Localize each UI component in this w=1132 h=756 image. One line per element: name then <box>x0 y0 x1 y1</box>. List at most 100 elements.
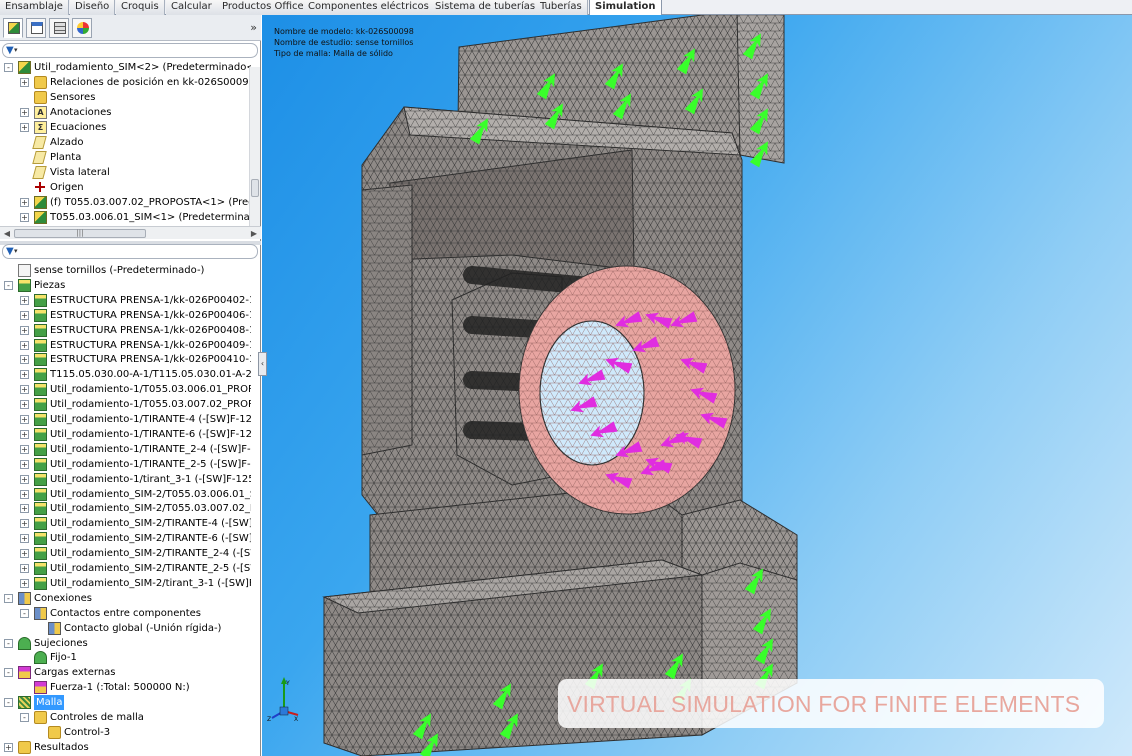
study-tree-item[interactable]: + ESTRUCTURA PRENSA-1/kk-026P00409-1 (-[S <box>0 338 251 353</box>
expand-node-icon[interactable]: + <box>4 742 13 752</box>
feature-tree-item[interactable]: Sensores <box>0 90 251 105</box>
study-tree-item[interactable]: - Controles de malla <box>0 710 251 725</box>
feature-manager-tab[interactable] <box>3 18 23 38</box>
collapse-node-icon[interactable]: - <box>20 608 29 618</box>
study-tree-item[interactable]: + Util_rodamiento-1/T055.03.006.01_PROPOS… <box>0 382 251 397</box>
study-tree-item[interactable]: Contacto global (-Unión rígida-) <box>0 621 251 636</box>
study-tree-item[interactable]: + Util_rodamiento_SIM-2/TIRANTE-6 (-[SW]F… <box>0 531 251 546</box>
expand-node-icon[interactable]: + <box>20 459 29 469</box>
collapse-node-icon[interactable]: - <box>4 63 13 72</box>
feature-tree-vertical-scrollbar[interactable] <box>249 67 260 226</box>
expand-node-icon[interactable]: + <box>20 123 29 132</box>
expand-node-icon[interactable]: + <box>20 108 29 117</box>
study-tree-item[interactable]: + Util_rodamiento_SIM-2/TIRANTE_2-5 (-[SW… <box>0 561 251 576</box>
expand-node-icon[interactable]: + <box>20 534 29 544</box>
graphics-viewport[interactable]: Nombre de modelo: kk-026S00098 Nombre de… <box>262 15 1132 756</box>
study-tree-item[interactable]: - Piezas <box>0 278 251 293</box>
study-tree-filter[interactable]: ▼ ▾ <box>2 244 258 259</box>
expand-node-icon[interactable]: + <box>20 429 29 439</box>
study-tree-item[interactable]: + Util_rodamiento_SIM-2/TIRANTE_2-4 (-[SW… <box>0 546 251 561</box>
expand-node-icon[interactable]: + <box>20 444 29 454</box>
study-tree-item[interactable]: + Util_rodamiento_SIM-2/T055.03.006.01_SI… <box>0 487 251 502</box>
study-tree-item[interactable]: + T115.05.030.00-A-1/T115.05.030.01-A-2 (… <box>0 367 251 382</box>
expand-node-icon[interactable]: + <box>20 474 29 484</box>
scroll-left-icon[interactable]: ◀ <box>1 228 13 239</box>
expand-node-icon[interactable]: + <box>20 325 29 335</box>
study-tree-item[interactable]: + Util_rodamiento-1/TIRANTE-6 (-[SW]F-125… <box>0 427 251 442</box>
expand-node-icon[interactable]: + <box>20 415 29 424</box>
expand-node-icon[interactable]: + <box>20 489 29 499</box>
study-tree-item[interactable]: + Util_rodamiento_SIM-2/T055.03.007.02_PR… <box>0 501 251 516</box>
study-tree-item[interactable]: + ESTRUCTURA PRENSA-1/kk-026P00402-1 (-[S <box>0 293 251 308</box>
feature-tree-item[interactable]: + T055.03.006.01_SIM<1> (Predeterminado<<… <box>0 210 251 225</box>
study-tree-item[interactable]: + ESTRUCTURA PRENSA-1/kk-026P00408-1 (-[S <box>0 323 251 338</box>
expand-node-icon[interactable]: + <box>20 400 29 410</box>
expand-node-icon[interactable]: + <box>20 549 29 559</box>
study-tree-item[interactable]: + Util_rodamiento_SIM-2/TIRANTE-4 (-[SW]F… <box>0 516 251 531</box>
feature-tree-item[interactable]: + Relaciones de posición en kk-026S00098 <box>0 75 251 90</box>
expand-node-icon[interactable]: + <box>20 295 29 305</box>
display-manager-tab[interactable] <box>72 18 92 38</box>
expand-node-icon[interactable]: + <box>20 370 29 380</box>
expand-node-icon[interactable]: + <box>20 310 29 320</box>
expand-node-icon[interactable]: + <box>20 504 29 514</box>
collapse-node-icon[interactable]: - <box>4 280 13 290</box>
feature-tree-item[interactable]: Planta <box>0 150 251 165</box>
expand-node-icon[interactable]: + <box>20 198 29 207</box>
study-tree-item[interactable]: - Conexiones <box>0 591 251 606</box>
expand-node-icon[interactable]: + <box>20 385 29 395</box>
study-tree-item[interactable]: + Util_rodamiento-1/T055.03.007.02_PROPOS… <box>0 397 251 412</box>
feature-tree-filter[interactable]: ▼ ▾ <box>2 43 258 58</box>
tab-productos-office[interactable]: Productos Office <box>217 0 310 15</box>
study-tree-item[interactable]: + Util_rodamiento-1/TIRANTE-4 (-[SW]F-125… <box>0 412 251 427</box>
feature-tree-item[interactable]: + Σ Ecuaciones <box>0 120 251 135</box>
study-tree-item[interactable]: sense tornillos (-Predeterminado-) <box>0 263 251 278</box>
study-tree-item[interactable]: - Cargas externas <box>0 665 251 680</box>
expand-node-icon[interactable]: + <box>20 578 29 588</box>
study-tree-item[interactable]: + Resultados <box>0 740 251 755</box>
study-tree-item[interactable]: + Util_rodamiento-1/tirant_3-1 (-[SW]F-12… <box>0 472 251 487</box>
feature-tree-horizontal-scrollbar[interactable]: ◀ ||| ▶ <box>0 226 261 239</box>
expand-node-icon[interactable]: + <box>20 355 29 365</box>
scroll-thumb[interactable] <box>251 179 259 197</box>
study-tree-item[interactable]: + ESTRUCTURA PRENSA-1/kk-026P00406-1 (-[S <box>0 308 251 323</box>
collapse-node-icon[interactable]: - <box>4 638 13 648</box>
study-tree-item[interactable]: Fuerza-1 (:Total: 500000 N:) <box>0 680 251 695</box>
tab-sistema-de-tuber-as[interactable]: Sistema de tuberías <box>430 0 542 15</box>
tab-ensamblaje[interactable]: Ensamblaje <box>0 0 69 15</box>
expand-node-icon[interactable]: + <box>20 564 29 573</box>
collapse-panel-handle[interactable]: ‹ <box>258 352 267 376</box>
expand-node-icon[interactable]: + <box>20 340 29 350</box>
study-tree-item[interactable]: + Util_rodamiento_SIM-2/tirant_3-1 (-[SW]… <box>0 576 251 591</box>
feature-tree-item[interactable]: Origen <box>0 180 251 195</box>
configuration-manager-tab[interactable] <box>49 18 69 38</box>
scroll-right-icon[interactable]: ▶ <box>248 228 260 239</box>
tab-calcular[interactable]: Calcular <box>166 0 218 15</box>
feature-tree-item[interactable]: - Util_rodamiento_SIM<2> (Predeterminado<… <box>0 60 251 75</box>
study-tree-item[interactable]: - Sujeciones <box>0 636 251 651</box>
study-tree-item[interactable]: + Util_rodamiento-1/TIRANTE_2-4 (-[SW]F-1… <box>0 442 251 457</box>
expand-node-icon[interactable]: + <box>20 213 29 222</box>
scroll-thumb[interactable]: ||| <box>14 229 146 238</box>
tab-croquis[interactable]: Croquis <box>116 0 165 15</box>
tab-componentes-el-ctricos[interactable]: Componentes eléctricos <box>303 0 435 15</box>
collapse-node-icon[interactable]: - <box>20 713 29 722</box>
study-tree-item[interactable]: Control-3 <box>0 725 251 740</box>
expand-node-icon[interactable]: + <box>20 519 29 529</box>
tab-dise-o[interactable]: Diseño <box>70 0 116 15</box>
tab-simulation[interactable]: Simulation <box>589 0 662 15</box>
feature-tree-item[interactable]: Alzado <box>0 135 251 150</box>
feature-tree-item[interactable]: + (f) T055.03.007.02_PROPOSTA<1> (Predete… <box>0 195 251 210</box>
study-tree-item[interactable]: + Util_rodamiento-1/TIRANTE_2-5 (-[SW]F-1… <box>0 457 251 472</box>
study-tree-item[interactable]: - Malla <box>0 695 251 711</box>
collapse-node-icon[interactable]: - <box>4 593 13 603</box>
tab-tuber-as[interactable]: Tuberías <box>535 0 588 15</box>
study-tree-item[interactable]: - Contactos entre componentes <box>0 606 251 621</box>
study-tree-item[interactable]: Fijo-1 <box>0 650 251 665</box>
feature-tree-item[interactable]: + A Anotaciones <box>0 105 251 120</box>
study-tree-item[interactable]: + ESTRUCTURA PRENSA-1/kk-026P00410-1 (-[S <box>0 352 251 367</box>
expand-node-icon[interactable]: + <box>20 78 29 87</box>
expand-panel-chevron-icon[interactable]: » <box>250 21 257 34</box>
feature-tree-item[interactable]: Vista lateral <box>0 165 251 180</box>
property-manager-tab[interactable] <box>26 18 46 38</box>
